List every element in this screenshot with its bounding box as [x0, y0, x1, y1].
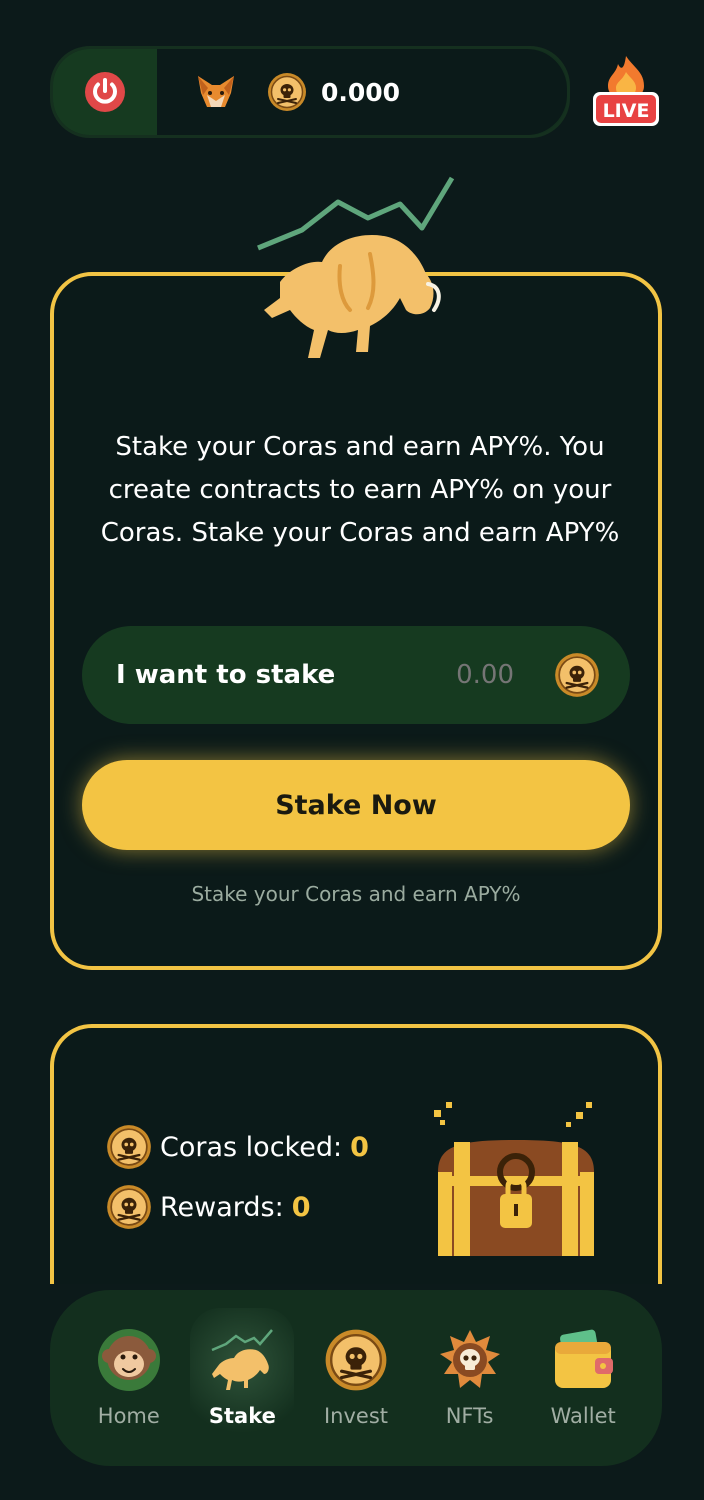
nav-label-stake: Stake [208, 1404, 276, 1428]
bull-illustration [250, 170, 460, 370]
nav-label-nfts: NFTs [445, 1404, 494, 1428]
wallet-info: 0.000 [157, 49, 567, 135]
monkey-icon [97, 1329, 160, 1391]
metamask-fox-icon [198, 76, 234, 107]
stake-card: Stake your Coras and earn APY%. You crea… [50, 272, 662, 970]
coras-locked-row: Coras locked: 0 [106, 1124, 369, 1170]
staking-stats-card: Coras locked: 0 Rewards: 0 [50, 1024, 662, 1284]
rewards-row: Rewards: 0 [106, 1184, 311, 1230]
nav-item-stake[interactable]: Stake [190, 1308, 295, 1448]
live-button[interactable]: LIVE [590, 54, 662, 130]
stake-description: Stake your Coras and earn APY%. You crea… [100, 432, 620, 548]
rewards-label: Rewards: [160, 1191, 284, 1223]
nav-label-home: Home [97, 1404, 160, 1428]
skull-badge-icon [439, 1330, 500, 1388]
stake-amount-field[interactable]: I want to stake [82, 626, 630, 724]
wallet-icon [555, 1329, 614, 1388]
live-badge-text: LIVE [603, 100, 650, 122]
coras-locked-label: Coras locked: [160, 1131, 343, 1163]
nav-label-wallet: Wallet [550, 1404, 616, 1428]
power-icon [85, 72, 125, 112]
treasure-chest-icon [434, 1102, 594, 1256]
skull-coin-icon [324, 1328, 388, 1392]
live-fire-icon: LIVE [593, 56, 659, 126]
skull-coin-icon [267, 72, 307, 112]
token-balance: 0.000 [267, 72, 400, 112]
rewards-value: 0 [291, 1191, 311, 1223]
coras-locked-value: 0 [350, 1131, 369, 1163]
skull-coin-icon [554, 652, 600, 698]
stake-now-button[interactable]: Stake Now [82, 760, 630, 850]
wallet-bar: 0.000 [50, 46, 570, 138]
nav-item-home[interactable]: Home [77, 1308, 181, 1448]
stake-input-label: I want to stake [116, 660, 336, 690]
skull-coin-icon [106, 1184, 152, 1230]
nav-label-invest: Invest [323, 1404, 388, 1428]
nav-item-wallet[interactable]: Wallet [531, 1308, 635, 1448]
stake-note: Stake your Coras and earn APY% [191, 882, 521, 906]
disconnect-button[interactable] [53, 49, 157, 135]
bottom-nav: Home Stake Invest NFTs Wallet [50, 1290, 662, 1466]
stake-amount-input[interactable] [404, 660, 514, 690]
nav-item-nfts[interactable]: NFTs [418, 1308, 522, 1448]
nav-item-invest[interactable]: Invest [304, 1308, 408, 1448]
balance-value: 0.000 [321, 77, 401, 107]
bull-chart-icon [257, 176, 455, 358]
skull-coin-icon [106, 1124, 152, 1170]
bull-icon [211, 1329, 274, 1390]
treasure-chest [426, 1102, 606, 1270]
